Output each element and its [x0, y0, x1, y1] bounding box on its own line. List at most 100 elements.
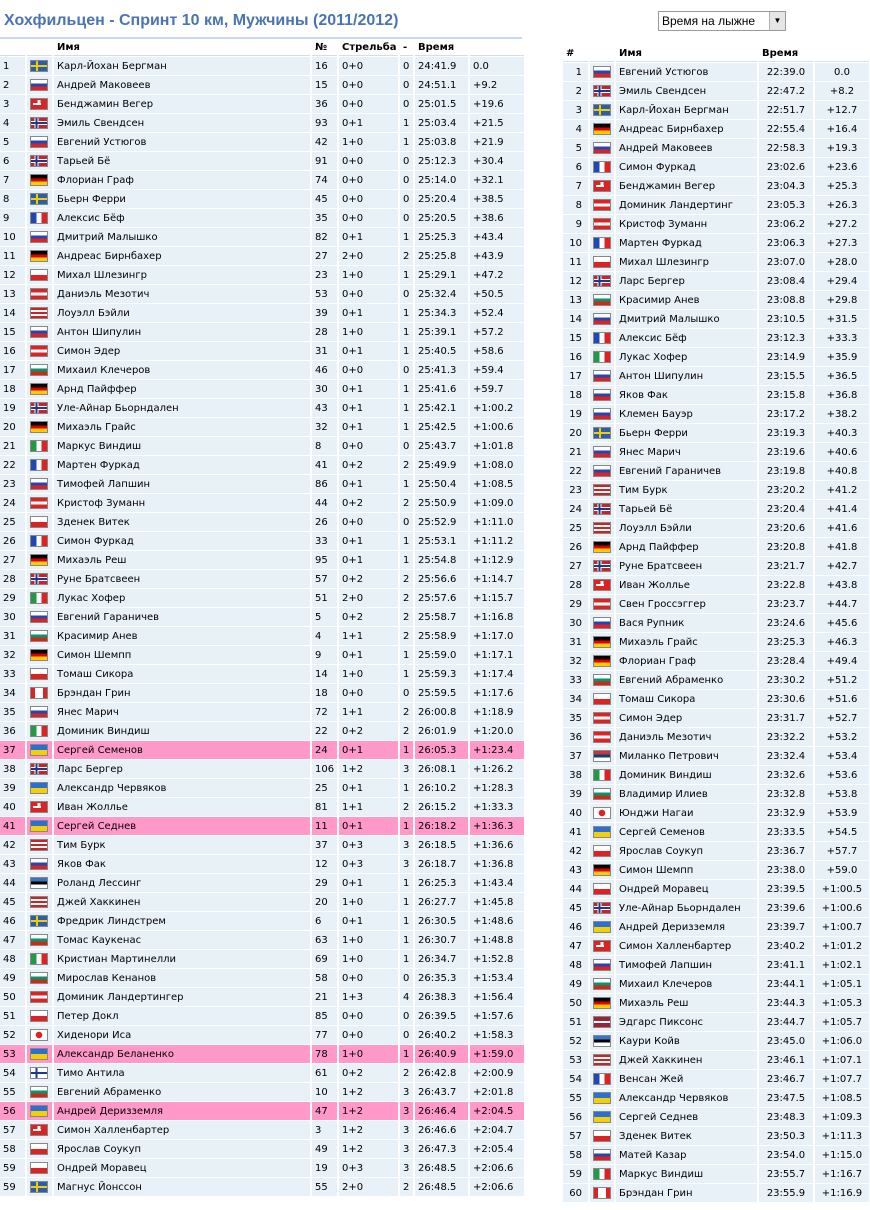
view-select[interactable]: Время на лыжне ▼ [658, 11, 786, 31]
athlete-name[interactable]: Тимофей Лапшин [616, 956, 757, 974]
athlete-name[interactable]: Флориан Граф [54, 171, 310, 189]
athlete-name[interactable]: Эмиль Свендсен [616, 82, 757, 100]
athlete-name[interactable]: Ондрей Моравец [616, 880, 757, 898]
athlete-name[interactable]: Эдгарс Пиксонс [616, 1013, 757, 1031]
athlete-name[interactable]: Андреас Бирнбахер [54, 247, 310, 265]
athlete-name[interactable]: Ондрей Моравец [54, 1159, 310, 1177]
athlete-name[interactable]: Лукас Хофер [54, 589, 310, 607]
athlete-name[interactable]: Уле-Айнар Бьорндален [616, 899, 757, 917]
athlete-name[interactable]: Миланко Петрович [616, 747, 757, 765]
athlete-name[interactable]: Сергей Семенов [54, 741, 310, 759]
athlete-name[interactable]: Андрей Маковеев [54, 76, 310, 94]
athlete-name[interactable]: Фредрик Линдстрем [54, 912, 310, 930]
athlete-name[interactable]: Арнд Пайффер [54, 380, 310, 398]
athlete-name[interactable]: Карл-Йохан Бергман [54, 57, 310, 75]
athlete-name[interactable]: Иван Жолльe [54, 798, 310, 816]
athlete-name[interactable]: Красимир Анев [54, 627, 310, 645]
athlete-name[interactable]: Красимир Анев [616, 291, 757, 309]
athlete-name[interactable]: Евгений Гараничев [54, 608, 310, 626]
athlete-name[interactable]: Доминик Ландертингер [54, 988, 310, 1006]
athlete-name[interactable]: Яков Фак [616, 386, 757, 404]
athlete-name[interactable]: Матей Казар [616, 1146, 757, 1164]
athlete-name[interactable]: Лоуэлл Бэйли [616, 519, 757, 537]
athlete-name[interactable]: Алексис Бёф [616, 329, 757, 347]
athlete-name[interactable]: Сергей Семенов [616, 823, 757, 841]
athlete-name[interactable]: Свен Гроссэггер [616, 595, 757, 613]
athlete-name[interactable]: Симон Фуркад [616, 158, 757, 176]
athlete-name[interactable]: Доминик Ландертинг [616, 196, 757, 214]
chevron-down-icon[interactable]: ▼ [769, 12, 785, 30]
col-misses-header[interactable]: - [400, 39, 413, 56]
athlete-name[interactable]: Томаш Сикора [54, 665, 310, 683]
athlete-name[interactable]: Тим Бурк [54, 836, 310, 854]
athlete-name[interactable]: Михаэль Реш [616, 994, 757, 1012]
athlete-name[interactable]: Петер Докл [54, 1007, 310, 1025]
athlete-name[interactable]: Симон Эдер [616, 709, 757, 727]
athlete-name[interactable]: Яков Фак [54, 855, 310, 873]
athlete-name[interactable]: Кристоф Зуманн [54, 494, 310, 512]
athlete-name[interactable]: Тимо Антила [54, 1064, 310, 1082]
athlete-name[interactable]: Мирослав Кенанов [54, 969, 310, 987]
col-time-header[interactable]: Время [759, 45, 813, 62]
athlete-name[interactable]: Эмиль Свендсен [54, 114, 310, 132]
athlete-name[interactable]: Тимофей Лапшин [54, 475, 310, 493]
athlete-name[interactable]: Михаил Клечеров [54, 361, 310, 379]
athlete-name[interactable]: Лукас Хофер [616, 348, 757, 366]
athlete-name[interactable]: Джей Хаккинен [616, 1051, 757, 1069]
athlete-name[interactable]: Ярослав Соукуп [616, 842, 757, 860]
athlete-name[interactable]: Евгений Устюгов [54, 133, 310, 151]
athlete-name[interactable]: Сергей Седнев [54, 817, 310, 835]
athlete-name[interactable]: Джей Хаккинен [54, 893, 310, 911]
athlete-name[interactable]: Бенджамин Вегер [616, 177, 757, 195]
col-bib-header[interactable]: № [312, 39, 337, 56]
athlete-name[interactable]: Михаил Клечеров [616, 975, 757, 993]
athlete-name[interactable]: Даниэль Мезотич [616, 728, 757, 746]
athlete-name[interactable]: Уле-Айнар Бьорндален [54, 399, 310, 417]
col-time-header[interactable]: Время [415, 39, 468, 56]
athlete-name[interactable]: Дмитрий Малышко [54, 228, 310, 246]
athlete-name[interactable]: Зденек Витек [616, 1127, 757, 1145]
athlete-name[interactable]: Александр Червяков [616, 1089, 757, 1107]
athlete-name[interactable]: Евгений Устюгов [616, 63, 757, 81]
athlete-name[interactable]: Доминик Виндиш [54, 722, 310, 740]
athlete-name[interactable]: Кристиан Мартинелли [54, 950, 310, 968]
athlete-name[interactable]: Симон Халленбартер [54, 1121, 310, 1139]
col-name-header[interactable]: Имя [616, 45, 757, 62]
athlete-name[interactable]: Дмитрий Малышко [616, 310, 757, 328]
athlete-name[interactable]: Ларс Бергер [54, 760, 310, 778]
athlete-name[interactable]: Руне Братсвеен [616, 557, 757, 575]
athlete-name[interactable]: Зденек Витек [54, 513, 310, 531]
athlete-name[interactable]: Андрей Деризземля [616, 918, 757, 936]
athlete-name[interactable]: Юнджи Нагаи [616, 804, 757, 822]
athlete-name[interactable]: Арнд Пайффер [616, 538, 757, 556]
athlete-name[interactable]: Брэндан Грин [54, 684, 310, 702]
col-name-header[interactable]: Имя [54, 39, 310, 56]
athlete-name[interactable]: Клемен Бауэр [616, 405, 757, 423]
athlete-name[interactable]: Руне Братсвеен [54, 570, 310, 588]
athlete-name[interactable]: Симон Шемпп [616, 861, 757, 879]
athlete-name[interactable]: Ярослав Соукуп [54, 1140, 310, 1158]
athlete-name[interactable]: Янес Марич [616, 443, 757, 461]
athlete-name[interactable]: Венсан Жей [616, 1070, 757, 1088]
athlete-name[interactable]: Михал Шлезингр [54, 266, 310, 284]
athlete-name[interactable]: Михаэль Грайс [54, 418, 310, 436]
athlete-name[interactable]: Михаэль Реш [54, 551, 310, 569]
athlete-name[interactable]: Сергей Седнев [616, 1108, 757, 1126]
athlete-name[interactable]: Алексис Бёф [54, 209, 310, 227]
athlete-name[interactable]: Симон Эдер [54, 342, 310, 360]
athlete-name[interactable]: Тарьей Бё [54, 152, 310, 170]
athlete-name[interactable]: Симон Фуркад [54, 532, 310, 550]
col-shooting-header[interactable]: Стрельба [339, 39, 398, 56]
athlete-name[interactable]: Михал Шлезингр [616, 253, 757, 271]
athlete-name[interactable]: Маркус Виндиш [616, 1165, 757, 1183]
athlete-name[interactable]: Андрей Деризземля [54, 1102, 310, 1120]
athlete-name[interactable]: Каури Койв [616, 1032, 757, 1050]
athlete-name[interactable]: Бьерн Ферри [54, 190, 310, 208]
athlete-name[interactable]: Мартен Фуркад [54, 456, 310, 474]
athlete-name[interactable]: Симон Халленбартер [616, 937, 757, 955]
athlete-name[interactable]: Роланд Лессинг [54, 874, 310, 892]
athlete-name[interactable]: Доминик Виндиш [616, 766, 757, 784]
athlete-name[interactable]: Тарьей Бё [616, 500, 757, 518]
athlete-name[interactable]: Даниэль Мезотич [54, 285, 310, 303]
athlete-name[interactable]: Томаш Сикора [616, 690, 757, 708]
